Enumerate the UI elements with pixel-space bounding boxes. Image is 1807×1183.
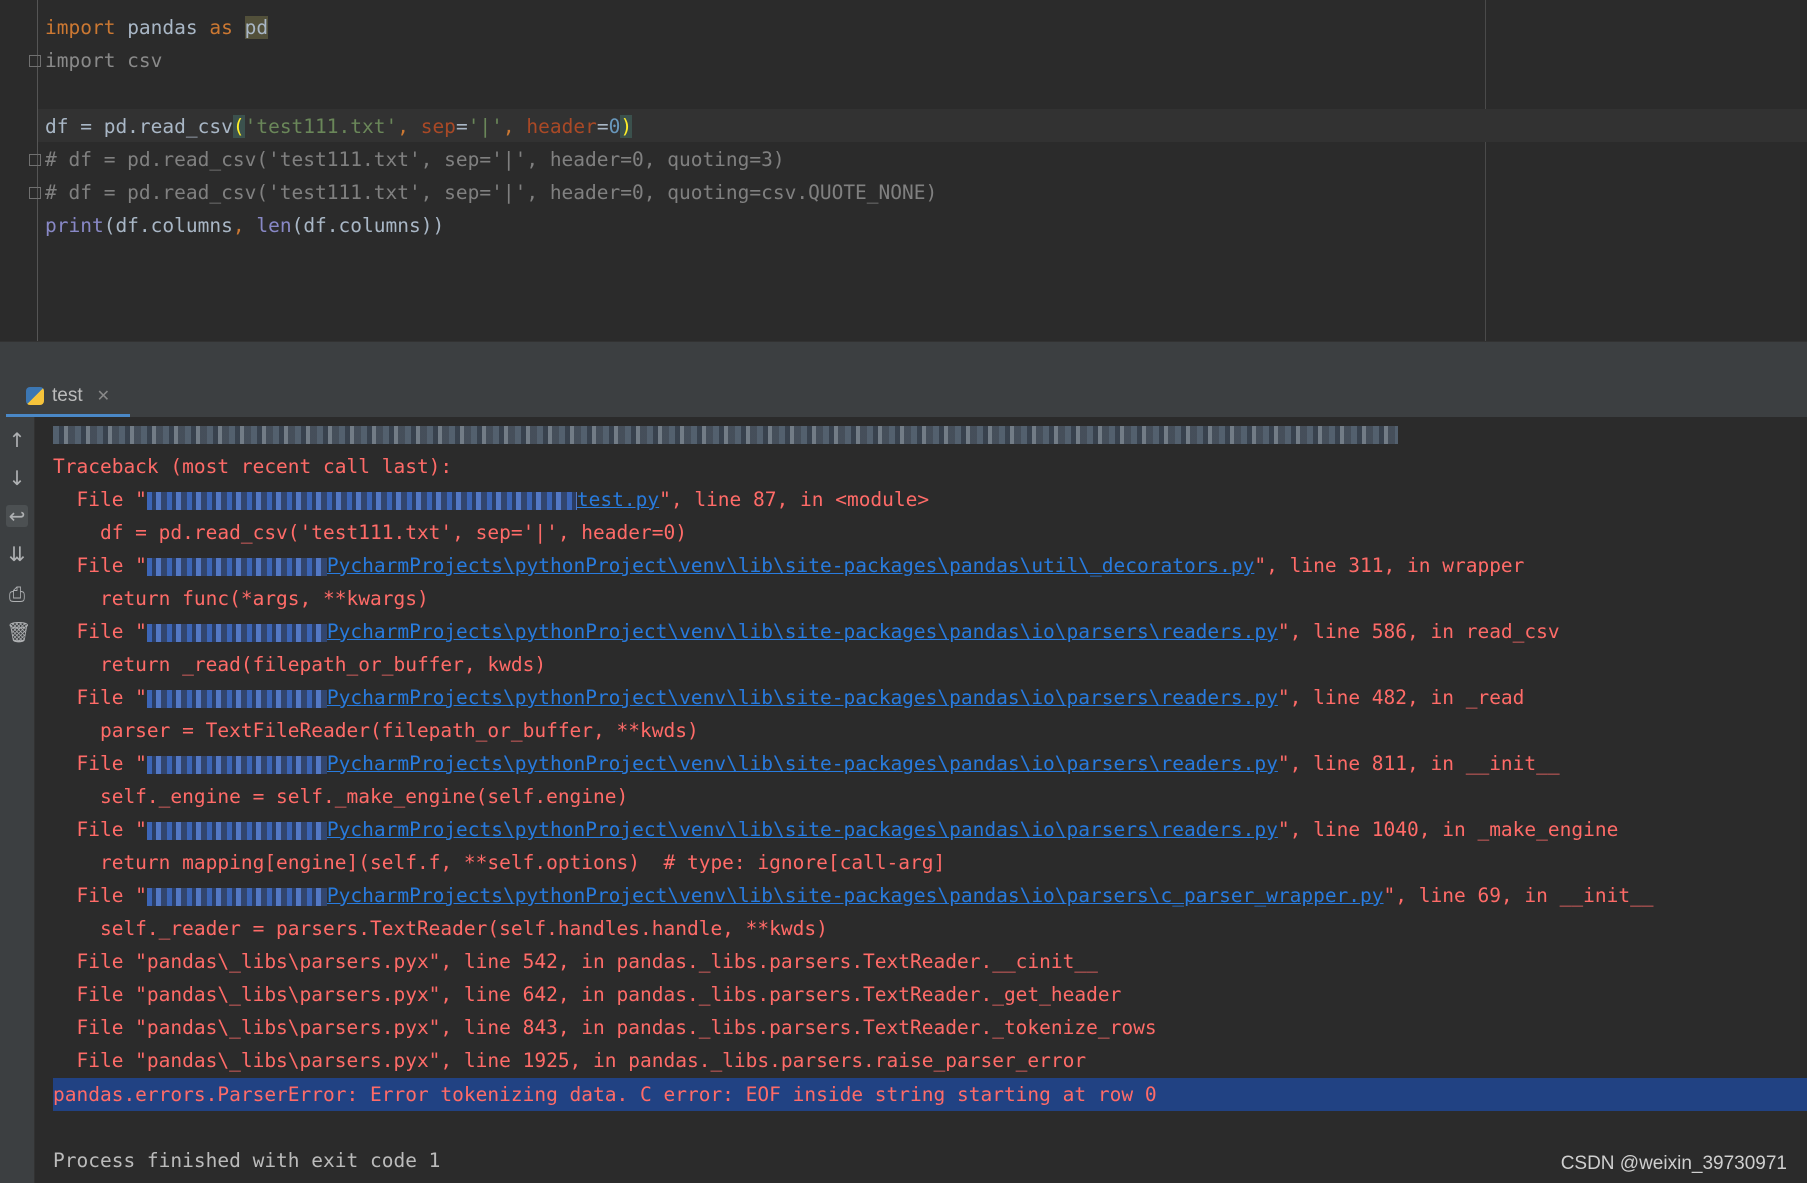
traceback-code-line: return _read(filepath_or_buffer, kwds) — [53, 653, 547, 676]
scroll-to-end-icon[interactable]: ⇊ — [6, 543, 28, 565]
keyword-import: import — [45, 16, 116, 39]
python-file-icon — [26, 386, 44, 405]
traceback-pyx-line: File "pandas\_libs\parsers.pyx", line 19… — [53, 1049, 1087, 1072]
console-toolbar: ↑ ↓ ↩ ⇊ ⎙ 🗑 — [0, 417, 35, 1183]
run-tool-tabs: test ✕ — [0, 377, 1807, 418]
code-call: df = pd.read_csv — [45, 115, 233, 138]
traceback-pyx-line: File "pandas\_libs\parsers.pyx", line 54… — [53, 950, 1098, 973]
soft-wrap-icon[interactable]: ↩ — [6, 505, 28, 527]
traceback-file-line: File " PycharmProjects\pythonProject\venv… — [53, 554, 1525, 577]
traceback-code-line: df = pd.read_csv('test111.txt', sep='|',… — [53, 521, 687, 544]
up-arrow-icon[interactable]: ↑ — [6, 429, 28, 451]
error-message[interactable]: pandas.errors.ParserError: Error tokeniz… — [53, 1078, 1157, 1111]
editor-gutter — [0, 0, 38, 341]
code-line-5[interactable]: # df = pd.read_csv('test111.txt', sep='|… — [45, 143, 785, 176]
file-link[interactable]: PycharmProjects\pythonProject\venv\lib\s… — [327, 818, 1278, 841]
param-name: sep — [420, 115, 456, 138]
code-line-7[interactable]: print(df.columns, len(df.columns)) — [45, 209, 444, 242]
file-link[interactable]: PycharmProjects\pythonProject\venv\lib\s… — [327, 884, 1384, 907]
blurred-command-line — [53, 417, 1398, 450]
run-tab-label: test — [52, 384, 83, 406]
builtin-len: len — [256, 214, 292, 237]
traceback-file-line: File " PycharmProjects\pythonProject\venv… — [53, 752, 1560, 775]
matched-paren: ) — [620, 115, 633, 138]
file-link[interactable]: PycharmProjects\pythonProject\venv\lib\s… — [327, 620, 1278, 643]
fold-marker-icon[interactable] — [29, 187, 41, 199]
traceback-file-line: File " PycharmProjects\pythonProject\venv… — [53, 620, 1560, 643]
code-line-4[interactable]: df = pd.read_csv('test111.txt', sep='|',… — [45, 110, 633, 143]
number-literal: 0 — [608, 115, 621, 138]
matched-paren: ( — [232, 115, 245, 138]
traceback-file-line: File " PycharmProjects\pythonProject\venv… — [53, 818, 1619, 841]
print-icon[interactable]: ⎙ — [6, 583, 28, 605]
traceback-code-line: parser = TextFileReader(filepath_or_buff… — [53, 719, 699, 742]
fold-marker-icon[interactable] — [29, 154, 41, 166]
trash-icon[interactable]: 🗑 — [6, 621, 31, 643]
code-line-6[interactable]: # df = pd.read_csv('test111.txt', sep='|… — [45, 176, 937, 209]
string-literal: 'test111.txt' — [244, 115, 398, 138]
module-name: pandas — [115, 16, 210, 39]
traceback-pyx-line: File "pandas\_libs\parsers.pyx", line 84… — [53, 1016, 1157, 1039]
code-line-2[interactable]: import csv — [45, 44, 162, 77]
traceback-code-line: return func(*args, **kwargs) — [53, 587, 429, 610]
alias-identifier: pd — [244, 16, 269, 39]
code-eq: = — [596, 115, 609, 138]
traceback-header: Traceback (most recent call last): — [53, 455, 453, 478]
right-margin-guide — [1485, 0, 1486, 341]
code-comma: , — [397, 115, 421, 138]
traceback-file-line: File " PycharmProjects\pythonProject\venv… — [53, 884, 1654, 907]
code-comma: , — [232, 214, 245, 237]
traceback-file-line: File " test.py", line 87, in <module> — [53, 488, 930, 511]
code-args: (df.columns)) — [291, 214, 445, 237]
param-name: header — [526, 115, 597, 138]
traceback-code-line: self._reader = parsers.TextReader(self.h… — [53, 917, 828, 940]
traceback-pyx-line: File "pandas\_libs\parsers.pyx", line 64… — [53, 983, 1122, 1006]
string-literal: '|' — [467, 115, 503, 138]
code-eq: = — [455, 115, 468, 138]
traceback-code-line: return mapping[engine](self.f, **self.op… — [53, 851, 946, 874]
down-arrow-icon[interactable]: ↓ — [6, 467, 28, 489]
panel-splitter[interactable] — [0, 341, 1807, 378]
code-args: (df.columns — [103, 214, 233, 237]
file-link[interactable]: PycharmProjects\pythonProject\venv\lib\s… — [327, 554, 1254, 577]
file-link[interactable]: test.py — [577, 488, 659, 511]
watermark: CSDN @weixin_39730971 — [1560, 1153, 1787, 1174]
file-link[interactable]: PycharmProjects\pythonProject\venv\lib\s… — [327, 686, 1278, 709]
run-console[interactable]: Traceback (most recent call last): File … — [35, 417, 1807, 1183]
keyword-as: as — [209, 16, 233, 39]
traceback-file-line: File " PycharmProjects\pythonProject\venv… — [53, 686, 1525, 709]
close-icon[interactable]: ✕ — [97, 386, 110, 405]
builtin-print: print — [45, 214, 104, 237]
tab-run-test[interactable]: test ✕ — [6, 377, 131, 417]
code-editor[interactable]: import pandas as pd import csv df = pd.r… — [0, 0, 1807, 341]
process-exit-message: Process finished with exit code 1 — [53, 1149, 441, 1172]
code-comma: , — [502, 115, 527, 138]
file-link[interactable]: PycharmProjects\pythonProject\venv\lib\s… — [327, 752, 1278, 775]
code-line-1[interactable]: import pandas as pd — [45, 11, 269, 44]
fold-marker-icon[interactable] — [29, 55, 41, 67]
traceback-code-line: self._engine = self._make_engine(self.en… — [53, 785, 629, 808]
